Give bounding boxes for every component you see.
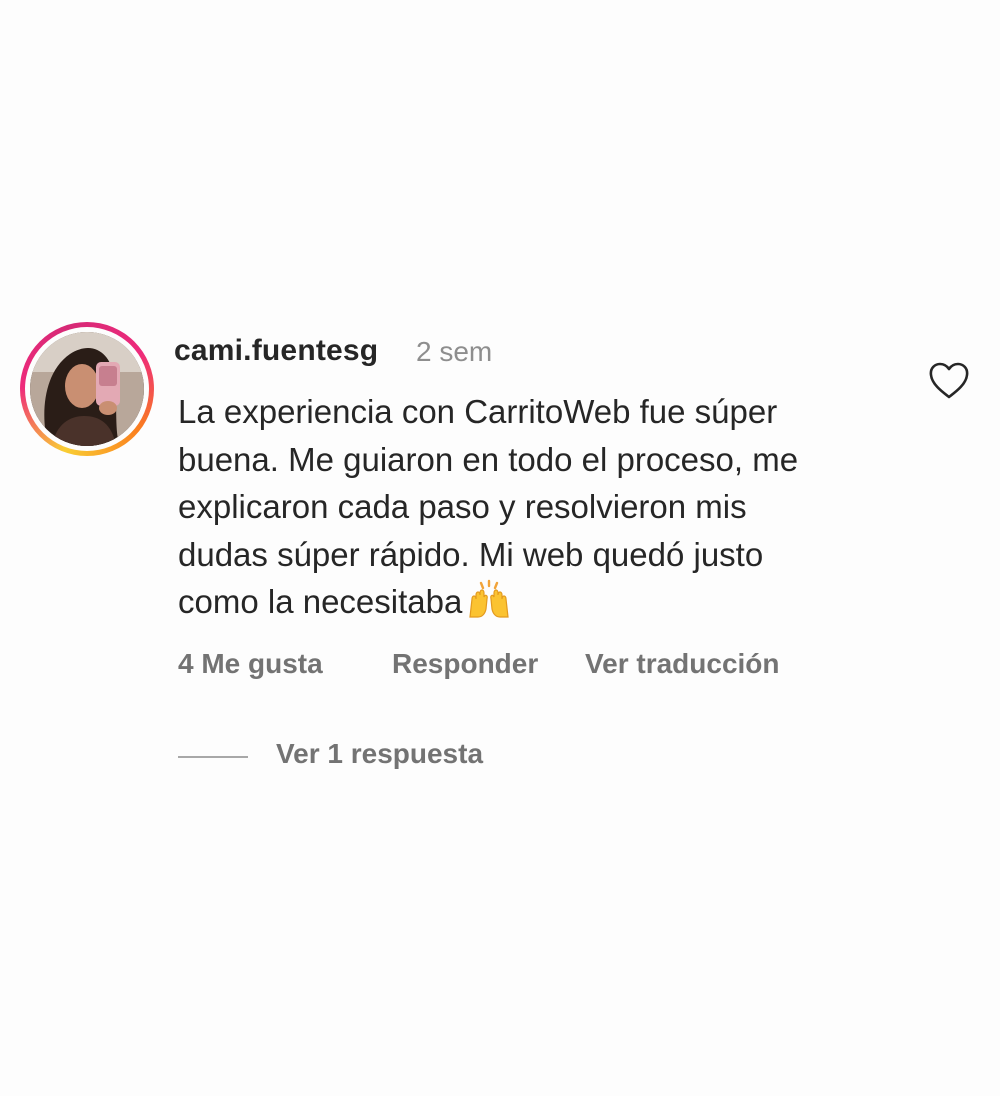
comment-text-line-last: como la necesitaba [178, 578, 898, 632]
reply-button[interactable]: Responder [392, 648, 538, 680]
comment-text-line: dudas súper rápido. Mi web quedó justo [178, 535, 764, 573]
view-replies-button[interactable]: Ver 1 respuesta [276, 738, 483, 770]
avatar-photo [30, 332, 144, 446]
comment-timestamp: 2 sem [416, 336, 493, 367]
comment-text-line: buena. Me guiaron en todo el proceso, me [178, 440, 799, 478]
comment: cami.fuentesg 2 sem La experiencia con C… [0, 0, 1000, 1096]
avatar[interactable] [30, 332, 144, 446]
comment-text-line: como la necesitaba [178, 583, 463, 620]
heart-outline-icon[interactable] [928, 362, 970, 400]
avatar-story-ring[interactable] [20, 322, 154, 456]
see-translation-button[interactable]: Ver traducción [585, 648, 780, 680]
raising-hands-emoji-icon [466, 579, 512, 632]
likes-count-button[interactable]: 4 Me gusta [178, 648, 323, 680]
comment-text-line: explicaron cada paso y resolvieron mis [178, 488, 747, 525]
view-replies-row[interactable]: Ver 1 respuesta [0, 738, 1000, 778]
comment-text: La experiencia con CarritoWeb fue súper … [178, 388, 898, 632]
avatar-ring-gap [25, 327, 149, 451]
comment-actions: 4 Me gusta Responder Ver traducción [0, 648, 1000, 688]
replies-divider [178, 756, 248, 758]
comment-text-line: La experiencia con CarritoWeb fue súper [178, 393, 778, 430]
comment-username[interactable]: cami.fuentesg [174, 334, 378, 368]
